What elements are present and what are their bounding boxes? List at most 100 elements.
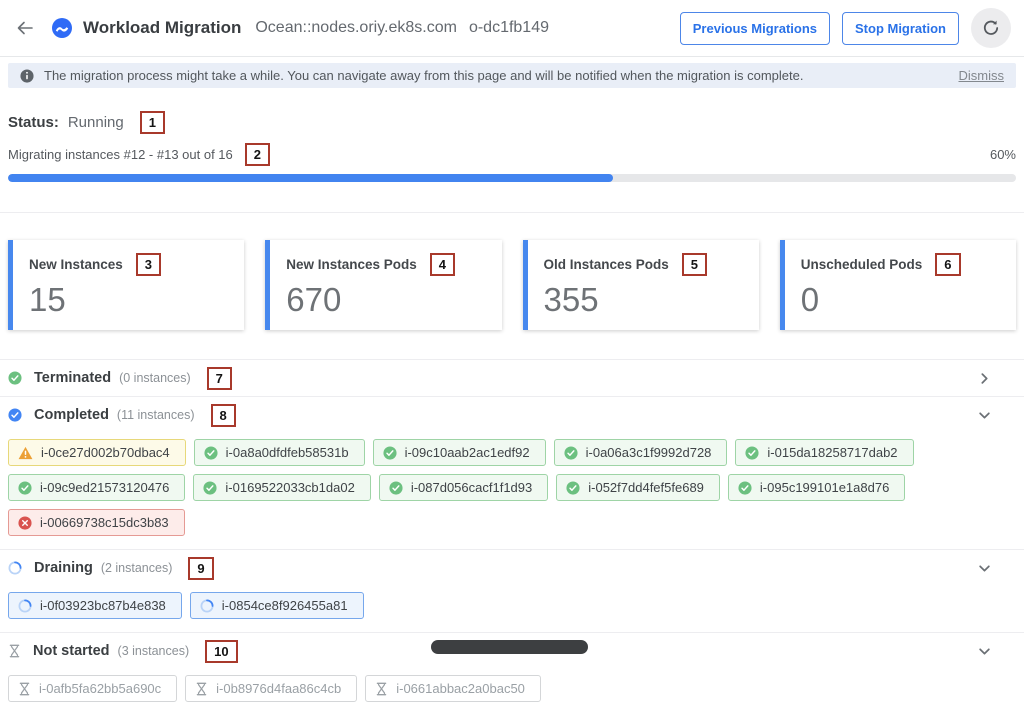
tooltip-stub [431, 640, 588, 654]
instance-chip[interactable]: i-0169522033cb1da02 [193, 474, 370, 501]
check-circle-green-icon [8, 371, 22, 385]
stat-card-value: 15 [29, 282, 228, 318]
stop-migration-button[interactable]: Stop Migration [842, 12, 959, 45]
chevron-down-icon[interactable] [978, 645, 991, 658]
stat-card-title: Unscheduled Pods6 [801, 253, 1000, 276]
section-title: Draining [34, 560, 93, 576]
stat-card-value: 670 [286, 282, 485, 318]
instance-chip[interactable]: i-095c199101e1a8d76 [728, 474, 905, 501]
chevron-down-icon[interactable] [978, 562, 991, 575]
progress-percent: 60% [990, 147, 1016, 162]
instance-id: i-052f7dd4fef5fe689 [588, 480, 704, 495]
instance-sections: Terminated (0 instances) 7 Completed (11 ins… [0, 359, 1024, 715]
section-count: (2 instances) [101, 561, 173, 575]
instance-chip[interactable]: i-0854ce8f926455a81 [190, 592, 364, 619]
instance-id: i-0f03923bc87b4e838 [40, 598, 166, 613]
instance-id: i-0afb5fa62bb5a690c [39, 681, 161, 696]
instance-chip[interactable]: i-09c10aab2ac1edf92 [373, 439, 546, 466]
annotation-box-8: 8 [211, 404, 236, 427]
instance-chip[interactable]: i-052f7dd4fef5fe689 [556, 474, 720, 501]
hourglass-icon [195, 682, 208, 696]
chevron-right-icon[interactable] [978, 372, 991, 385]
instance-id: i-095c199101e1a8d76 [760, 480, 889, 495]
hourglass-icon [375, 682, 388, 696]
section-title: Completed [34, 407, 109, 423]
instance-id: i-0b8976d4faa86c4cb [216, 681, 341, 696]
check-circle-green-icon [383, 446, 397, 460]
check-circle-green-icon [389, 481, 403, 495]
section-header-completed[interactable]: Completed (11 instances) 8 [0, 397, 1024, 433]
annotation-box-7: 7 [207, 367, 232, 390]
section-title: Not started [33, 643, 110, 659]
breadcrumb: Ocean::nodes.oriy.ek8s.com o-dc1fb149 [255, 19, 549, 37]
back-arrow-icon[interactable] [13, 16, 37, 40]
instance-chips: i-0afb5fa62bb5a690c i-0b8976d4faa86c4cb i-… [0, 669, 960, 715]
check-circle-green-icon [204, 446, 218, 460]
instance-chip[interactable]: i-0b8976d4faa86c4cb [185, 675, 357, 702]
section-title: Terminated [34, 370, 111, 386]
section-completed: Completed (11 instances) 8 i-0ce27d002b70db… [0, 396, 1024, 549]
warning-triangle-icon [18, 446, 33, 460]
section-count: (0 instances) [119, 371, 191, 385]
annotation-box-6: 6 [935, 253, 960, 276]
stat-card-title: Old Instances Pods5 [544, 253, 743, 276]
page-title: Workload Migration [83, 18, 241, 38]
stat-cards-row: New Instances3 15 New Instances Pods4 670 Ol… [0, 213, 1024, 330]
stat-card-title: New Instances3 [29, 253, 228, 276]
section-header-terminated[interactable]: Terminated (0 instances) 7 [0, 360, 1024, 396]
refresh-icon [982, 19, 1000, 37]
annotation-box-5: 5 [682, 253, 707, 276]
stat-card: Unscheduled Pods60 [780, 240, 1016, 330]
stat-card: New Instances3 15 [8, 240, 244, 330]
instance-chip[interactable]: i-00669738c15dc3b83 [8, 509, 185, 536]
instance-id: i-0ce27d002b70dbac4 [41, 445, 170, 460]
instance-id: i-0a06a3c1f9992d728 [586, 445, 712, 460]
check-circle-green-icon [745, 446, 759, 460]
instance-id: i-09c10aab2ac1edf92 [405, 445, 530, 460]
instance-chip[interactable]: i-0f03923bc87b4e838 [8, 592, 182, 619]
refresh-button[interactable] [971, 8, 1011, 48]
info-banner: The migration process might take a while… [8, 63, 1016, 88]
instance-chip[interactable]: i-087d056cacf1f1d93 [379, 474, 548, 501]
instance-id: i-087d056cacf1f1d93 [411, 480, 532, 495]
dismiss-link[interactable]: Dismiss [959, 68, 1005, 83]
annotation-box-4: 4 [430, 253, 455, 276]
status-value: Running [68, 114, 124, 131]
annotation-box-10: 10 [205, 640, 237, 663]
chevron-down-icon[interactable] [978, 409, 991, 422]
spinner-icon [200, 599, 214, 613]
annotation-box-1: 1 [140, 111, 165, 134]
instance-chip[interactable]: i-09c9ed21573120476 [8, 474, 185, 501]
status-block: Status: Running 1 Migrating instances #1… [0, 88, 1024, 182]
instance-chip[interactable]: i-0a8a0dfdfeb58531b [194, 439, 365, 466]
progress-text: Migrating instances #12 - #13 out of 16 [8, 147, 233, 162]
section-terminated: Terminated (0 instances) 7 [0, 359, 1024, 396]
ocean-id: o-dc1fb149 [469, 19, 549, 36]
instance-id: i-00669738c15dc3b83 [40, 515, 169, 530]
instance-chip[interactable]: i-0afb5fa62bb5a690c [8, 675, 177, 702]
ocean-cluster-name: Ocean::nodes.oriy.ek8s.com [255, 19, 457, 36]
instance-id: i-0661abbac2a0bac50 [396, 681, 525, 696]
header: Workload Migration Ocean::nodes.oriy.ek8… [0, 0, 1024, 57]
instance-chips: i-0f03923bc87b4e838 i-0854ce8f926455a81 [0, 586, 960, 632]
check-circle-green-icon [564, 446, 578, 460]
progress-line: Migrating instances #12 - #13 out of 16 … [8, 143, 1016, 166]
instance-id: i-09c9ed21573120476 [40, 480, 169, 495]
instance-id: i-0a8a0dfdfeb58531b [226, 445, 349, 460]
section-header-draining[interactable]: Draining (2 instances) 9 [0, 550, 1024, 586]
instance-chip[interactable]: i-0661abbac2a0bac50 [365, 675, 541, 702]
instance-id: i-015da18258717dab2 [767, 445, 897, 460]
instance-chip[interactable]: i-015da18258717dab2 [735, 439, 913, 466]
section-count: (11 instances) [117, 408, 195, 422]
progress-fill [8, 174, 613, 182]
hourglass-icon [18, 682, 31, 696]
stat-card-title: New Instances Pods4 [286, 253, 485, 276]
previous-migrations-button[interactable]: Previous Migrations [680, 12, 830, 45]
annotation-box-9: 9 [188, 557, 213, 580]
progress-bar [8, 174, 1016, 182]
instance-chip[interactable]: i-0ce27d002b70dbac4 [8, 439, 186, 466]
hourglass-icon [8, 644, 21, 658]
annotation-box-2: 2 [245, 143, 270, 166]
check-circle-green-icon [18, 481, 32, 495]
instance-chip[interactable]: i-0a06a3c1f9992d728 [554, 439, 728, 466]
